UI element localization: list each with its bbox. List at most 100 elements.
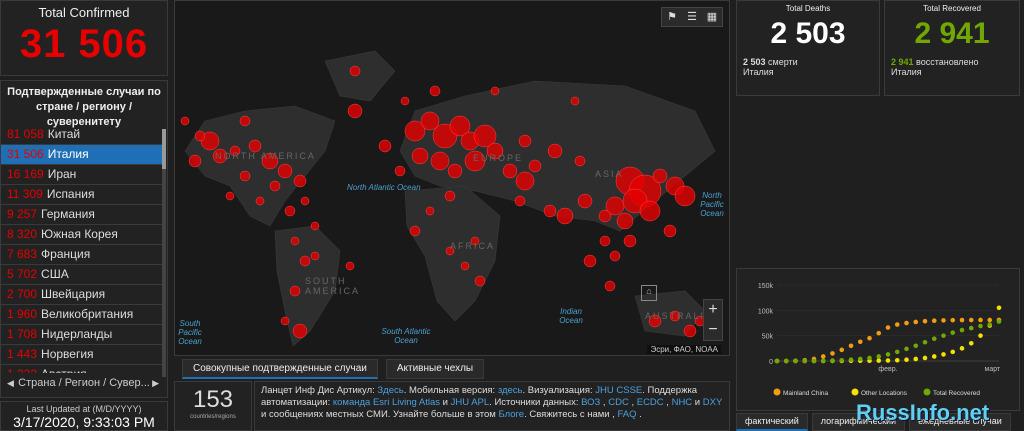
bookmark-icon[interactable]: ⚑ <box>662 8 682 26</box>
faq-link[interactable]: FAQ <box>618 409 637 420</box>
case-bubble[interactable] <box>605 196 625 216</box>
case-bubble[interactable] <box>556 207 574 225</box>
case-bubble[interactable] <box>310 221 320 231</box>
zoom-out-button[interactable]: − <box>704 320 722 340</box>
case-bubble[interactable] <box>663 224 677 238</box>
tab-active-cases[interactable]: Активные чехлы <box>385 359 485 379</box>
case-bubble[interactable] <box>518 134 532 148</box>
case-bubble[interactable] <box>429 85 441 97</box>
case-bubble[interactable] <box>394 165 406 177</box>
case-bubble[interactable] <box>188 154 202 168</box>
case-bubble[interactable] <box>583 254 597 268</box>
case-bubble[interactable] <box>347 103 363 119</box>
case-bubble[interactable] <box>269 180 281 192</box>
case-bubble[interactable] <box>460 261 470 271</box>
case-bubble[interactable] <box>444 190 456 202</box>
tab-actual[interactable]: фактический <box>736 413 808 431</box>
case-bubble[interactable] <box>425 206 435 216</box>
who-link[interactable]: ВОЗ <box>581 397 600 408</box>
case-bubble[interactable] <box>289 285 301 297</box>
case-bubble[interactable] <box>280 316 290 326</box>
case-bubble[interactable] <box>674 185 696 207</box>
case-bubble[interactable] <box>180 116 190 126</box>
case-bubble[interactable] <box>577 193 593 209</box>
case-bubble[interactable] <box>474 275 486 287</box>
case-bubble[interactable] <box>528 159 542 173</box>
blog-link[interactable]: Блоге <box>498 409 524 420</box>
case-bubble[interactable] <box>616 212 634 230</box>
country-list-item[interactable]: 5 702 США <box>1 265 162 285</box>
case-bubble[interactable] <box>310 251 320 261</box>
list-icon[interactable]: ☰ <box>682 8 702 26</box>
country-list-item[interactable]: 1 443 Норвегия <box>1 345 162 365</box>
case-bubble[interactable] <box>194 130 206 142</box>
home-extent-icon[interactable]: ⌂ <box>641 285 657 301</box>
case-bubble[interactable] <box>430 151 450 171</box>
country-list-item[interactable]: 2 700 Швейцария <box>1 285 162 305</box>
scrollbar-thumb[interactable] <box>162 129 166 169</box>
country-list-item[interactable]: 7 683 Франция <box>1 245 162 265</box>
case-bubble[interactable] <box>543 204 557 218</box>
case-bubble[interactable] <box>683 324 697 338</box>
case-bubble[interactable] <box>409 225 421 237</box>
nhc-link[interactable]: NHC <box>672 397 693 408</box>
tab-cumulative-confirmed[interactable]: Совокупные подтвержденные случаи <box>182 359 378 379</box>
case-bubble[interactable] <box>239 115 251 127</box>
case-bubble[interactable] <box>599 235 611 247</box>
case-bubble[interactable] <box>255 196 265 206</box>
lancet-link[interactable]: Здесь <box>377 385 403 396</box>
case-bubble[interactable] <box>447 163 463 179</box>
country-list-item[interactable]: 1 332Австрия <box>1 365 162 373</box>
prev-arrow-icon[interactable]: ◀ <box>7 373 14 393</box>
case-bubble[interactable] <box>400 96 410 106</box>
case-bubble[interactable] <box>299 255 311 267</box>
country-list-item[interactable]: 9 257 Германия <box>1 205 162 225</box>
case-bubble[interactable] <box>609 250 621 262</box>
case-bubble[interactable] <box>349 65 361 77</box>
country-list-item[interactable]: 16 169 Иран <box>1 165 162 185</box>
case-bubble[interactable] <box>293 174 307 188</box>
country-list-scrollbar[interactable] <box>162 129 166 377</box>
case-bubble[interactable] <box>292 323 308 339</box>
dxy-link[interactable]: DXY <box>703 397 722 408</box>
country-list-item[interactable]: 1 708 Нидерланды <box>1 325 162 345</box>
case-bubble[interactable] <box>411 147 429 165</box>
case-bubble[interactable] <box>300 196 310 206</box>
case-bubble[interactable] <box>290 236 300 246</box>
country-list-item[interactable]: 1 960 Великобритания <box>1 305 162 325</box>
case-bubble[interactable] <box>547 143 563 159</box>
country-list-item[interactable]: 8 320 Южная Корея <box>1 225 162 245</box>
next-arrow-icon[interactable]: ▶ <box>152 373 159 393</box>
jhu-csse-link[interactable]: JHU CSSE <box>595 385 642 396</box>
country-list-item[interactable]: 31 506 Италия <box>1 145 162 165</box>
case-bubble[interactable] <box>345 261 355 271</box>
esri-link[interactable]: команда Esri Living Atlas <box>333 397 440 408</box>
case-bubble[interactable] <box>570 96 580 106</box>
case-bubble[interactable] <box>277 163 293 179</box>
jhu-apl-link[interactable]: JHU APL <box>451 397 490 408</box>
case-bubble[interactable] <box>490 86 500 96</box>
case-bubble[interactable] <box>239 170 251 182</box>
country-name: Норвегия <box>41 347 94 361</box>
grid-icon[interactable]: ▦ <box>702 8 722 26</box>
case-bubble[interactable] <box>378 139 392 153</box>
case-bubble[interactable] <box>639 200 661 222</box>
case-bubble[interactable] <box>502 163 518 179</box>
country-list-item[interactable]: 11 309 Испания <box>1 185 162 205</box>
case-bubble[interactable] <box>652 168 668 184</box>
case-bubble[interactable] <box>574 155 586 167</box>
case-bubble[interactable] <box>623 234 637 248</box>
ecdc-link[interactable]: ECDC <box>637 397 664 408</box>
map-canvas[interactable] <box>175 1 730 356</box>
case-bubble[interactable] <box>420 111 440 131</box>
mobile-link[interactable]: здесь <box>498 385 523 396</box>
case-bubble[interactable] <box>225 191 235 201</box>
case-bubble[interactable] <box>284 205 296 217</box>
case-bubble[interactable] <box>604 280 616 292</box>
case-bubble[interactable] <box>515 171 535 191</box>
cdc-link[interactable]: CDC <box>608 397 629 408</box>
continent-label-africa: AFRICA <box>450 241 496 251</box>
case-bubble[interactable] <box>514 195 526 207</box>
world-map[interactable]: ⚑ ☰ ▦ North Atlantic Ocean North Pacific… <box>174 0 730 356</box>
zoom-in-button[interactable]: + <box>704 300 722 320</box>
